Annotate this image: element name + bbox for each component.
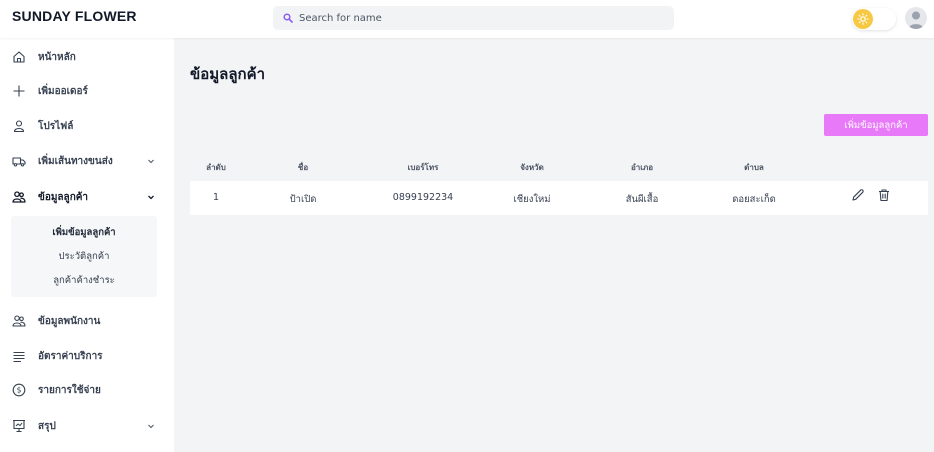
user-icon	[908, 11, 924, 29]
app-brand[interactable]: SUNDAY FLOWER	[12, 8, 137, 24]
sidebar-item-home[interactable]: หน้าหลัก	[0, 44, 174, 70]
chevron-down-icon	[148, 159, 154, 164]
sidebar-item-label: เพิ่มเส้นทางขนส่ง	[38, 155, 113, 167]
avatar[interactable]	[905, 7, 927, 29]
theme-toggle[interactable]	[852, 8, 896, 30]
column-header-phone: เบอร์โทร	[407, 163, 439, 172]
column-header-index: ลำดับ	[206, 163, 226, 172]
main-content: ข้อมูลลูกค้า เพิ่มข้อมูลลูกค้า ลำดับ ชื่…	[174, 38, 934, 452]
users-icon	[12, 314, 26, 328]
search-icon	[283, 13, 293, 23]
sidebar-item-label: สรุป	[38, 420, 56, 432]
dollar-icon: $	[12, 383, 26, 397]
top-bar: SUNDAY FLOWER	[0, 0, 934, 38]
chevron-down-icon	[148, 424, 154, 429]
users-icon	[12, 190, 26, 204]
sidebar-item-profile[interactable]: โปรไฟล์	[0, 113, 174, 139]
plus-icon	[12, 84, 26, 98]
cell-phone: 0899192234	[392, 192, 454, 203]
sun-icon	[857, 13, 869, 25]
edit-icon	[852, 189, 864, 201]
cell-province: เชียงใหม่	[513, 194, 551, 205]
cell-index: 1	[212, 192, 220, 203]
sidebar-item-add-order[interactable]: เพิ่มออเดอร์	[0, 78, 174, 104]
submenu-item-add-customer[interactable]: เพิ่มข้อมูลลูกค้า	[11, 225, 157, 240]
sidebar: หน้าหลัก เพิ่มออเดอร์ โปรไฟล์ เพิ่มเส้นท…	[0, 38, 174, 452]
column-header-district: อำเภอ	[630, 163, 654, 172]
toggle-knob	[853, 9, 873, 29]
column-header-name: ชื่อ	[297, 163, 309, 172]
cell-subdistrict: ดอยสะเก็ด	[732, 194, 776, 205]
cell-name: ป้าเปิด	[289, 194, 317, 205]
sidebar-item-label: ข้อมูลลูกค้า	[38, 191, 89, 203]
list-icon	[12, 349, 26, 363]
sidebar-item-label: หน้าหลัก	[38, 51, 76, 63]
edit-button[interactable]	[850, 187, 866, 203]
sidebar-item-label: อัตราค่าบริการ	[38, 350, 103, 362]
chevron-down-icon	[148, 195, 154, 200]
add-customer-button[interactable]: เพิ่มข้อมูลลูกค้า	[824, 114, 928, 136]
cell-district: สันผีเสื้อ	[625, 194, 659, 205]
column-header-subdistrict: ตำบล	[744, 163, 764, 172]
submenu-item-customer-history[interactable]: ประวัติลูกค้า	[11, 249, 157, 264]
sidebar-item-employees[interactable]: ข้อมูลพนักงาน	[0, 308, 174, 334]
truck-icon	[12, 154, 26, 168]
delete-button[interactable]	[876, 187, 892, 203]
home-icon	[12, 50, 26, 64]
column-header-province: จังหวัด	[520, 163, 544, 172]
sidebar-item-label: โปรไฟล์	[38, 120, 74, 132]
page-title: ข้อมูลลูกค้า	[190, 65, 266, 83]
customers-submenu: เพิ่มข้อมูลลูกค้า ประวัติลูกค้า ลูกค้าค้…	[11, 216, 157, 297]
sidebar-item-label: รายการใช้จ่าย	[38, 384, 101, 396]
sidebar-item-shipping-routes[interactable]: เพิ่มเส้นทางขนส่ง	[0, 148, 174, 174]
sidebar-item-label: เพิ่มออเดอร์	[38, 85, 88, 97]
sidebar-item-customers[interactable]: ข้อมูลลูกค้า	[0, 184, 174, 210]
submenu-item-customer-outstanding[interactable]: ลูกค้าค้างชำระ	[11, 273, 157, 288]
trash-icon	[879, 189, 889, 202]
sidebar-item-expenses[interactable]: $ รายการใช้จ่าย	[0, 377, 174, 403]
sidebar-item-summary[interactable]: สรุป	[0, 413, 174, 439]
user-icon	[12, 119, 26, 133]
search-box[interactable]	[273, 6, 674, 30]
svg-text:$: $	[17, 386, 22, 395]
sidebar-item-label: ข้อมูลพนักงาน	[38, 315, 101, 327]
presentation-icon	[12, 419, 26, 433]
search-input[interactable]	[299, 12, 659, 24]
sidebar-item-service-rates[interactable]: อัตราค่าบริการ	[0, 343, 174, 369]
